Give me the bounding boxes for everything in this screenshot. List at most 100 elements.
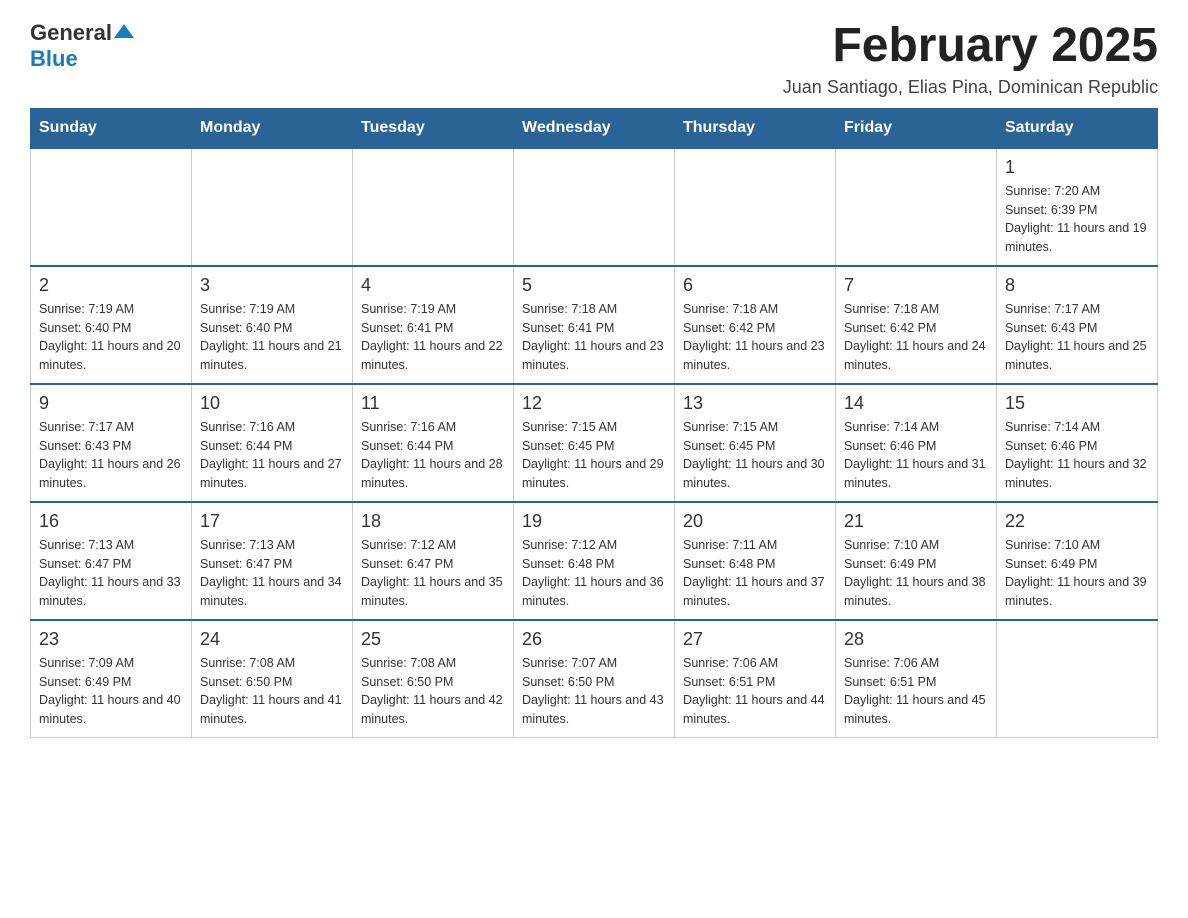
calendar-cell: 7Sunrise: 7:18 AMSunset: 6:42 PMDaylight… bbox=[836, 266, 997, 384]
calendar-cell: 2 Sunrise: 7:19 AMSunset: 6:40 PMDaylight… bbox=[31, 266, 192, 384]
day-info: Sunrise: 7:16 AMSunset: 6:44 PMDaylight:… bbox=[200, 418, 344, 493]
calendar-cell: 10 Sunrise: 7:16 AMSunset: 6:44 PMDayligh… bbox=[192, 384, 353, 502]
calendar-cell: 8 Sunrise: 7:17 AMSunset: 6:43 PMDaylight… bbox=[997, 266, 1158, 384]
calendar-cell: 16 Sunrise: 7:13 AMSunset: 6:47 PMDayligh… bbox=[31, 502, 192, 620]
logo-general-text: General bbox=[30, 20, 112, 46]
day-number: 26 bbox=[522, 629, 666, 650]
calendar-cell: 28Sunrise: 7:06 AMSunset: 6:51 PMDayligh… bbox=[836, 620, 997, 738]
day-number: 24 bbox=[200, 629, 344, 650]
calendar-cell: 1 Sunrise: 7:20 AMSunset: 6:39 PMDaylight… bbox=[997, 148, 1158, 266]
calendar-cell: 6Sunrise: 7:18 AMSunset: 6:42 PMDaylight… bbox=[675, 266, 836, 384]
day-info: Sunrise: 7:08 AMSunset: 6:50 PMDaylight:… bbox=[361, 654, 505, 729]
weekday-header-tuesday: Tuesday bbox=[353, 108, 514, 148]
calendar-cell: 9 Sunrise: 7:17 AMSunset: 6:43 PMDaylight… bbox=[31, 384, 192, 502]
calendar-header: SundayMondayTuesdayWednesdayThursdayFrid… bbox=[31, 108, 1158, 148]
month-title: February 2025 bbox=[783, 20, 1158, 73]
day-info: Sunrise: 7:19 AMSunset: 6:40 PMDaylight:… bbox=[39, 300, 183, 375]
location-subtitle: Juan Santiago, Elias Pina, Dominican Rep… bbox=[783, 77, 1158, 98]
logo: General Blue bbox=[30, 20, 136, 72]
day-number: 19 bbox=[522, 511, 666, 532]
day-number: 14 bbox=[844, 393, 988, 414]
day-info: Sunrise: 7:18 AMSunset: 6:42 PMDaylight:… bbox=[683, 300, 827, 375]
title-area: February 2025 Juan Santiago, Elias Pina,… bbox=[783, 20, 1158, 98]
calendar-cell bbox=[353, 148, 514, 266]
day-number: 7 bbox=[844, 275, 988, 296]
day-number: 5 bbox=[522, 275, 666, 296]
logo-triangle-icon bbox=[114, 24, 134, 38]
day-number: 21 bbox=[844, 511, 988, 532]
calendar-cell: 3 Sunrise: 7:19 AMSunset: 6:40 PMDaylight… bbox=[192, 266, 353, 384]
day-number: 3 bbox=[200, 275, 344, 296]
calendar-cell bbox=[192, 148, 353, 266]
calendar-week-2: 2 Sunrise: 7:19 AMSunset: 6:40 PMDaylight… bbox=[31, 266, 1158, 384]
calendar-week-4: 16 Sunrise: 7:13 AMSunset: 6:47 PMDayligh… bbox=[31, 502, 1158, 620]
calendar-cell: 20 Sunrise: 7:11 AMSunset: 6:48 PMDayligh… bbox=[675, 502, 836, 620]
calendar-cell: 25Sunrise: 7:08 AMSunset: 6:50 PMDayligh… bbox=[353, 620, 514, 738]
day-number: 2 bbox=[39, 275, 183, 296]
day-number: 20 bbox=[683, 511, 827, 532]
calendar-cell: 11 Sunrise: 7:16 AMSunset: 6:44 PMDayligh… bbox=[353, 384, 514, 502]
day-number: 15 bbox=[1005, 393, 1149, 414]
day-info: Sunrise: 7:11 AMSunset: 6:48 PMDaylight:… bbox=[683, 536, 827, 611]
day-info: Sunrise: 7:07 AMSunset: 6:50 PMDaylight:… bbox=[522, 654, 666, 729]
day-info: Sunrise: 7:10 AMSunset: 6:49 PMDaylight:… bbox=[844, 536, 988, 611]
day-number: 28 bbox=[844, 629, 988, 650]
day-info: Sunrise: 7:20 AMSunset: 6:39 PMDaylight:… bbox=[1005, 182, 1149, 257]
day-info: Sunrise: 7:13 AMSunset: 6:47 PMDaylight:… bbox=[39, 536, 183, 611]
calendar-cell: 27 Sunrise: 7:06 AMSunset: 6:51 PMDayligh… bbox=[675, 620, 836, 738]
day-number: 13 bbox=[683, 393, 827, 414]
day-number: 11 bbox=[361, 393, 505, 414]
calendar-week-1: 1 Sunrise: 7:20 AMSunset: 6:39 PMDaylight… bbox=[31, 148, 1158, 266]
weekday-header-friday: Friday bbox=[836, 108, 997, 148]
day-info: Sunrise: 7:14 AMSunset: 6:46 PMDaylight:… bbox=[844, 418, 988, 493]
calendar-cell: 22 Sunrise: 7:10 AMSunset: 6:49 PMDayligh… bbox=[997, 502, 1158, 620]
calendar-cell: 26 Sunrise: 7:07 AMSunset: 6:50 PMDayligh… bbox=[514, 620, 675, 738]
day-info: Sunrise: 7:19 AMSunset: 6:40 PMDaylight:… bbox=[200, 300, 344, 375]
calendar-cell bbox=[836, 148, 997, 266]
calendar-cell bbox=[675, 148, 836, 266]
day-info: Sunrise: 7:09 AMSunset: 6:49 PMDaylight:… bbox=[39, 654, 183, 729]
calendar-cell: 4 Sunrise: 7:19 AMSunset: 6:41 PMDaylight… bbox=[353, 266, 514, 384]
day-number: 22 bbox=[1005, 511, 1149, 532]
calendar-cell: 15Sunrise: 7:14 AMSunset: 6:46 PMDayligh… bbox=[997, 384, 1158, 502]
calendar-cell: 21 Sunrise: 7:10 AMSunset: 6:49 PMDayligh… bbox=[836, 502, 997, 620]
day-number: 16 bbox=[39, 511, 183, 532]
day-number: 27 bbox=[683, 629, 827, 650]
day-info: Sunrise: 7:17 AMSunset: 6:43 PMDaylight:… bbox=[39, 418, 183, 493]
calendar-week-5: 23Sunrise: 7:09 AMSunset: 6:49 PMDayligh… bbox=[31, 620, 1158, 738]
day-info: Sunrise: 7:10 AMSunset: 6:49 PMDaylight:… bbox=[1005, 536, 1149, 611]
calendar-cell: 24 Sunrise: 7:08 AMSunset: 6:50 PMDayligh… bbox=[192, 620, 353, 738]
weekday-header-wednesday: Wednesday bbox=[514, 108, 675, 148]
day-number: 9 bbox=[39, 393, 183, 414]
calendar-week-3: 9 Sunrise: 7:17 AMSunset: 6:43 PMDaylight… bbox=[31, 384, 1158, 502]
calendar-cell: 19 Sunrise: 7:12 AMSunset: 6:48 PMDayligh… bbox=[514, 502, 675, 620]
weekday-header-saturday: Saturday bbox=[997, 108, 1158, 148]
calendar-cell: 17Sunrise: 7:13 AMSunset: 6:47 PMDayligh… bbox=[192, 502, 353, 620]
day-number: 12 bbox=[522, 393, 666, 414]
day-info: Sunrise: 7:12 AMSunset: 6:48 PMDaylight:… bbox=[522, 536, 666, 611]
weekday-header-monday: Monday bbox=[192, 108, 353, 148]
day-info: Sunrise: 7:08 AMSunset: 6:50 PMDaylight:… bbox=[200, 654, 344, 729]
calendar-cell: 23Sunrise: 7:09 AMSunset: 6:49 PMDayligh… bbox=[31, 620, 192, 738]
day-number: 10 bbox=[200, 393, 344, 414]
calendar-cell: 14 Sunrise: 7:14 AMSunset: 6:46 PMDayligh… bbox=[836, 384, 997, 502]
day-info: Sunrise: 7:16 AMSunset: 6:44 PMDaylight:… bbox=[361, 418, 505, 493]
day-info: Sunrise: 7:19 AMSunset: 6:41 PMDaylight:… bbox=[361, 300, 505, 375]
calendar-cell: 18Sunrise: 7:12 AMSunset: 6:47 PMDayligh… bbox=[353, 502, 514, 620]
day-number: 4 bbox=[361, 275, 505, 296]
calendar-cell: 5Sunrise: 7:18 AMSunset: 6:41 PMDaylight… bbox=[514, 266, 675, 384]
day-info: Sunrise: 7:17 AMSunset: 6:43 PMDaylight:… bbox=[1005, 300, 1149, 375]
calendar-body: 1 Sunrise: 7:20 AMSunset: 6:39 PMDaylight… bbox=[31, 148, 1158, 738]
weekday-header-sunday: Sunday bbox=[31, 108, 192, 148]
calendar-cell bbox=[31, 148, 192, 266]
day-number: 17 bbox=[200, 511, 344, 532]
day-number: 8 bbox=[1005, 275, 1149, 296]
day-number: 1 bbox=[1005, 157, 1149, 178]
weekday-header-thursday: Thursday bbox=[675, 108, 836, 148]
day-info: Sunrise: 7:06 AMSunset: 6:51 PMDaylight:… bbox=[683, 654, 827, 729]
page-header: General Blue February 2025 Juan Santiago… bbox=[30, 20, 1158, 98]
day-info: Sunrise: 7:15 AMSunset: 6:45 PMDaylight:… bbox=[683, 418, 827, 493]
calendar-cell: 12Sunrise: 7:15 AMSunset: 6:45 PMDayligh… bbox=[514, 384, 675, 502]
calendar-cell: 13 Sunrise: 7:15 AMSunset: 6:45 PMDayligh… bbox=[675, 384, 836, 502]
calendar-table: SundayMondayTuesdayWednesdayThursdayFrid… bbox=[30, 108, 1158, 738]
